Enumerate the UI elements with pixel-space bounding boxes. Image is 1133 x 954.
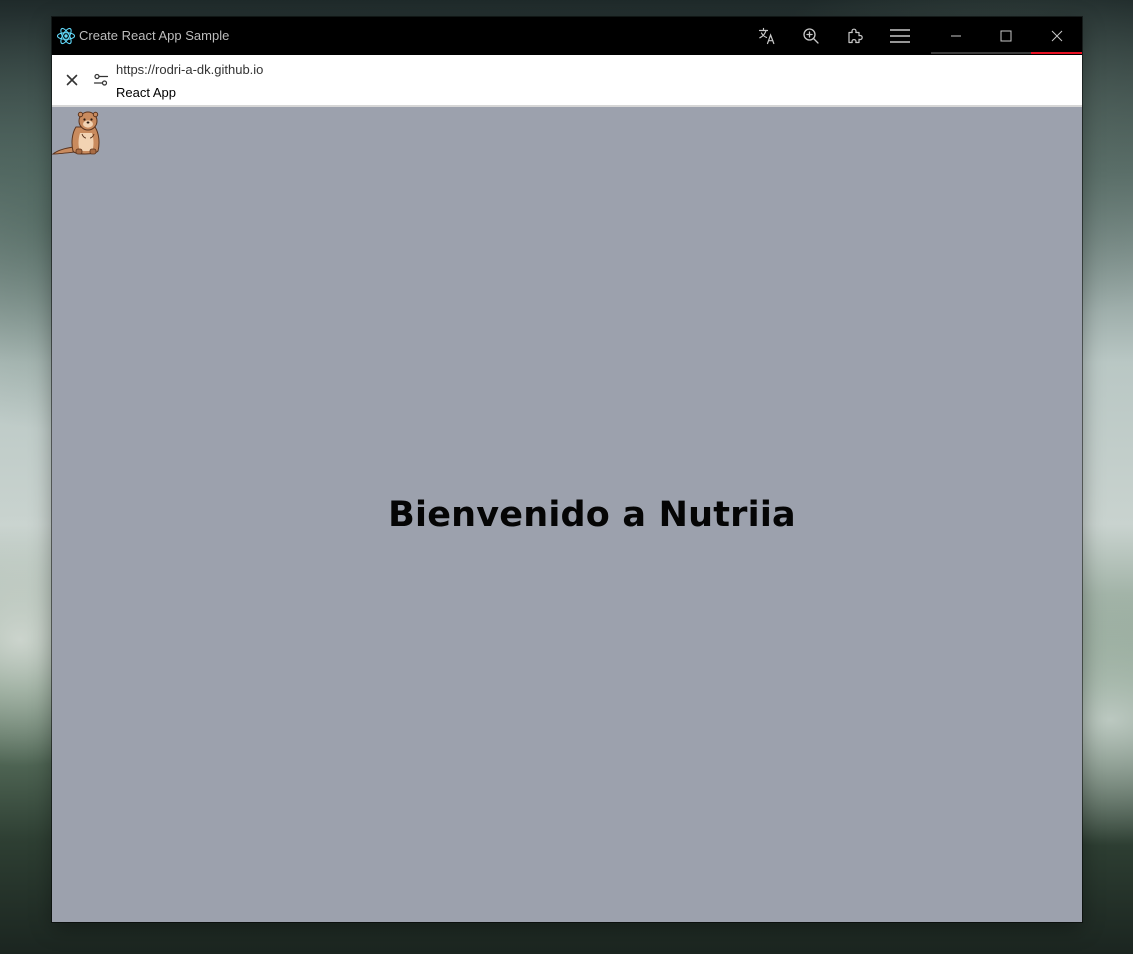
hamburger-menu-icon bbox=[889, 27, 911, 45]
maximize-underline bbox=[981, 52, 1031, 54]
close-icon bbox=[1051, 30, 1063, 42]
url-text[interactable]: https://rodri-a-dk.github.io bbox=[116, 62, 263, 77]
puzzle-piece-icon bbox=[846, 27, 864, 45]
menu-button[interactable] bbox=[884, 17, 916, 55]
minimize-button[interactable] bbox=[931, 17, 981, 55]
site-settings-sliders-icon[interactable] bbox=[92, 71, 110, 89]
minimize-underline bbox=[931, 52, 981, 54]
address-bar: https://rodri-a-dk.github.io React App bbox=[52, 55, 1082, 107]
translate-button[interactable] bbox=[752, 17, 782, 55]
page-title-text: React App bbox=[116, 85, 176, 100]
browser-window: Create React App Sample https://rodri-a-… bbox=[51, 17, 1082, 922]
page-heading: Bienvenido a Nutriia bbox=[388, 495, 796, 535]
react-atom-icon bbox=[56, 26, 76, 46]
zoom-button[interactable] bbox=[796, 17, 826, 55]
close-window-button[interactable] bbox=[1031, 17, 1082, 55]
otter-icon bbox=[51, 107, 102, 157]
page-content: Bienvenido a Nutriia bbox=[51, 107, 1082, 922]
extensions-button[interactable] bbox=[840, 17, 870, 55]
maximize-icon bbox=[1000, 30, 1012, 42]
close-icon[interactable] bbox=[64, 72, 80, 88]
zoom-in-icon bbox=[802, 27, 820, 45]
window-title: Create React App Sample bbox=[79, 28, 230, 43]
minimize-icon bbox=[950, 30, 962, 42]
close-underline bbox=[1031, 52, 1082, 54]
maximize-button[interactable] bbox=[981, 17, 1031, 55]
translate-icon bbox=[758, 27, 776, 45]
title-bar[interactable]: Create React App Sample bbox=[52, 17, 1082, 55]
